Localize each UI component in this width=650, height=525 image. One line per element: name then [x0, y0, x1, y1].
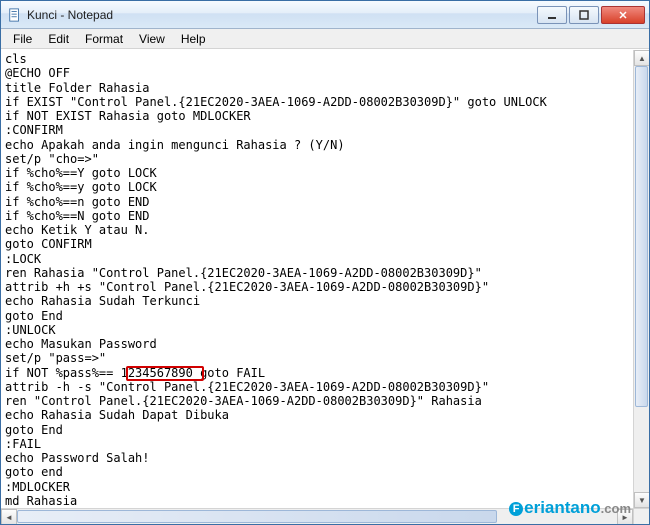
window-controls — [535, 6, 645, 24]
code-line: :LOCK — [5, 252, 633, 266]
titlebar[interactable]: Kunci - Notepad — [1, 1, 649, 29]
menu-view[interactable]: View — [131, 30, 173, 48]
code-line: md Rahasia — [5, 494, 633, 508]
code-line: set/p "cho=>" — [5, 152, 633, 166]
code-line: if %cho%==Y goto LOCK — [5, 166, 633, 180]
menu-help[interactable]: Help — [173, 30, 214, 48]
minimize-button[interactable] — [537, 6, 567, 24]
code-line: echo Rahasia Sudah Terkunci — [5, 294, 633, 308]
scroll-corner — [633, 508, 649, 524]
code-line: title Folder Rahasia — [5, 81, 633, 95]
notepad-window: Kunci - Notepad File Edit Format View He… — [0, 0, 650, 525]
code-line: if %cho%==y goto LOCK — [5, 180, 633, 194]
code-line: echo Rahasia Sudah Dapat Dibuka — [5, 408, 633, 422]
vertical-scrollbar[interactable]: ▲ ▼ — [633, 50, 649, 508]
code-line: attrib -h -s "Control Panel.{21EC2020-3A… — [5, 380, 633, 394]
code-line: attrib +h +s "Control Panel.{21EC2020-3A… — [5, 280, 633, 294]
code-line: if %cho%==n goto END — [5, 195, 633, 209]
window-title: Kunci - Notepad — [27, 8, 535, 22]
code-line: if EXIST "Control Panel.{21EC2020-3AEA-1… — [5, 95, 633, 109]
code-line: @ECHO OFF — [5, 66, 633, 80]
scroll-thumb-h[interactable] — [17, 510, 497, 523]
editor-area: cls@ECHO OFFtitle Folder Rahasiaif EXIST… — [1, 49, 649, 524]
maximize-button[interactable] — [569, 6, 599, 24]
code-line: :FAIL — [5, 437, 633, 451]
code-line: :MDLOCKER — [5, 480, 633, 494]
code-line: ren Rahasia "Control Panel.{21EC2020-3AE… — [5, 266, 633, 280]
code-line: goto End — [5, 423, 633, 437]
scroll-thumb-v[interactable] — [635, 66, 648, 407]
code-line: if %cho%==N goto END — [5, 209, 633, 223]
code-line: if NOT EXIST Rahasia goto MDLOCKER — [5, 109, 633, 123]
close-button[interactable] — [601, 6, 645, 24]
notepad-icon — [7, 7, 23, 23]
menubar: File Edit Format View Help — [1, 29, 649, 49]
text-editor[interactable]: cls@ECHO OFFtitle Folder Rahasiaif EXIST… — [1, 50, 633, 508]
code-line: if NOT %pass%== 1234567890 goto FAIL — [5, 366, 633, 380]
menu-format[interactable]: Format — [77, 30, 131, 48]
code-line: ren "Control Panel.{21EC2020-3AEA-1069-A… — [5, 394, 633, 408]
code-line: :CONFIRM — [5, 123, 633, 137]
code-line: cls — [5, 52, 633, 66]
code-line: echo Masukan Password — [5, 337, 633, 351]
scroll-right-icon[interactable]: ► — [617, 509, 633, 524]
scroll-track-v[interactable] — [634, 66, 649, 492]
horizontal-scrollbar[interactable]: ◄ ► — [1, 508, 633, 524]
scroll-track-h[interactable] — [17, 509, 617, 524]
code-line: echo Ketik Y atau N. — [5, 223, 633, 237]
code-line: echo Password Salah! — [5, 451, 633, 465]
code-line: goto end — [5, 465, 633, 479]
menu-edit[interactable]: Edit — [40, 30, 77, 48]
code-line: set/p "pass=>" — [5, 351, 633, 365]
scroll-up-icon[interactable]: ▲ — [634, 50, 649, 66]
code-line: goto End — [5, 309, 633, 323]
scroll-left-icon[interactable]: ◄ — [1, 509, 17, 524]
code-line: echo Apakah anda ingin mengunci Rahasia … — [5, 138, 633, 152]
code-line: :UNLOCK — [5, 323, 633, 337]
code-line: goto CONFIRM — [5, 237, 633, 251]
scroll-down-icon[interactable]: ▼ — [634, 492, 649, 508]
menu-file[interactable]: File — [5, 30, 40, 48]
